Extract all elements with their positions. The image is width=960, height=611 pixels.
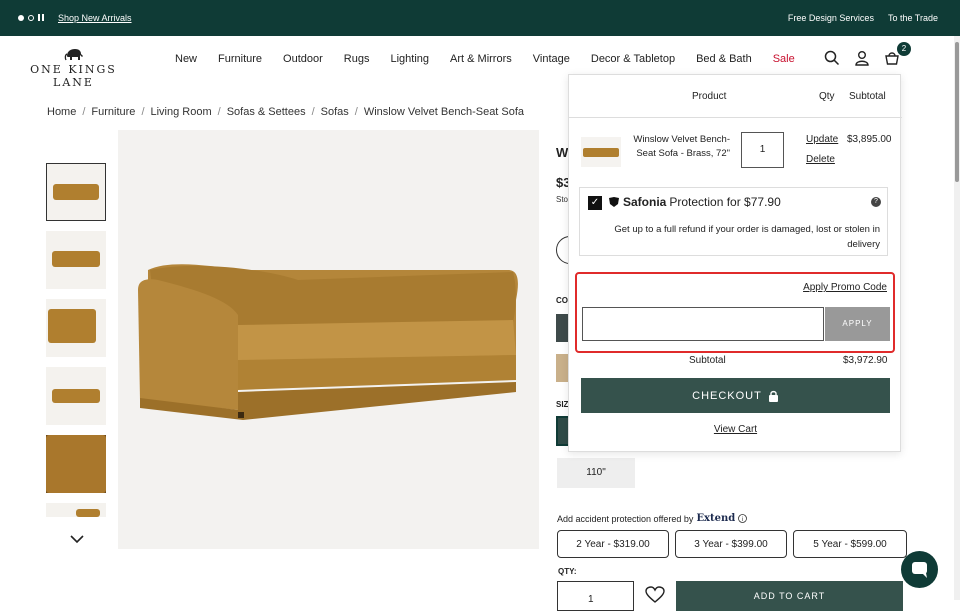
thumbnail-gallery xyxy=(46,163,108,527)
view-cart-link[interactable]: View Cart xyxy=(569,424,902,435)
checkout-label: CHECKOUT xyxy=(692,389,762,402)
delete-link[interactable]: Delete xyxy=(806,154,835,165)
header-product: Product xyxy=(692,91,727,102)
qty-label: QTY: xyxy=(558,567,577,576)
protection-plans: 2 Year - $319.00 3 Year - $399.00 5 Year… xyxy=(557,530,907,558)
add-to-cart-button[interactable]: ADD TO CART xyxy=(676,581,903,611)
lock-icon xyxy=(768,390,778,402)
breadcrumb-living-room[interactable]: Living Room xyxy=(151,106,212,118)
to-the-trade-link[interactable]: To the Trade xyxy=(888,13,938,23)
safonia-protection-box: ✓ Safonia Protection for $77.90 ? Get up… xyxy=(579,187,888,256)
color-label: CO xyxy=(556,296,568,305)
nav-item-decor-tabletop[interactable]: Decor & Tabletop xyxy=(591,53,675,65)
promo-code-area: Apply Promo Code APPLY xyxy=(575,272,895,353)
info-icon[interactable]: i xyxy=(738,514,748,523)
sofa-image xyxy=(138,264,518,420)
chat-icon xyxy=(912,562,927,578)
header-subtotal: Subtotal xyxy=(849,91,886,102)
checkout-button[interactable]: CHECKOUT xyxy=(581,378,890,413)
breadcrumb-sofas-settees[interactable]: Sofas & Settees xyxy=(227,106,306,118)
mini-cart-dropdown: Product Qty Subtotal Winslow Velvet Benc… xyxy=(568,74,902,452)
thumbnail-1[interactable] xyxy=(46,163,106,221)
nav-item-furniture[interactable]: Furniture xyxy=(218,53,262,65)
main-nav: New Furniture Outdoor Rugs Lighting Art … xyxy=(175,53,795,65)
nav-item-outdoor[interactable]: Outdoor xyxy=(283,53,323,65)
protection-checkbox[interactable]: ✓ xyxy=(588,196,602,210)
plan-3-year[interactable]: 3 Year - $399.00 xyxy=(675,530,787,558)
safonia-shield-icon xyxy=(609,197,619,207)
nav-item-rugs[interactable]: Rugs xyxy=(344,53,370,65)
carousel-dot-active[interactable] xyxy=(18,14,24,21)
cart-item-image[interactable] xyxy=(581,137,621,167)
protection-label: Protection for $77.90 xyxy=(669,195,781,209)
carousel-controls[interactable] xyxy=(18,14,44,21)
breadcrumb: Home / Furniture / Living Room / Sofas & Se… xyxy=(47,106,525,118)
cart-header: Product Qty Subtotal xyxy=(569,75,902,118)
carousel-dot[interactable] xyxy=(28,14,34,21)
thumbnail-5[interactable] xyxy=(46,435,106,493)
logo[interactable]: ONE KINGS LANE xyxy=(16,46,131,89)
subtotal-label: Subtotal xyxy=(689,355,726,366)
breadcrumb-sofas[interactable]: Sofas xyxy=(321,106,349,118)
cart-item-qty-input[interactable]: 1 xyxy=(741,132,784,168)
chat-button[interactable] xyxy=(901,551,938,588)
user-icon[interactable] xyxy=(854,50,870,66)
plan-5-year[interactable]: 5 Year - $599.00 xyxy=(793,530,907,558)
help-icon[interactable]: ? xyxy=(871,197,881,207)
scrollbar[interactable] xyxy=(954,36,960,600)
update-link[interactable]: Update xyxy=(806,134,838,145)
nav-item-sale[interactable]: Sale xyxy=(773,53,795,65)
extend-brand: Extend xyxy=(696,513,736,524)
safonia-brand: Safonia xyxy=(623,195,667,209)
check-icon: ✓ xyxy=(590,197,600,208)
product-main-image[interactable] xyxy=(118,130,539,549)
protection-description: Get up to a full refund if your order is… xyxy=(614,224,880,250)
chevron-down-icon[interactable] xyxy=(69,534,85,544)
subtotal-value: $3,972.90 xyxy=(843,355,888,366)
thumbnail-3[interactable] xyxy=(46,299,106,357)
thumbnail-6[interactable] xyxy=(46,503,106,517)
accident-protection: Add accident protection offered by Exten… xyxy=(557,513,748,524)
cart-item-price: $3,895.00 xyxy=(847,134,892,145)
free-design-services-link[interactable]: Free Design Services xyxy=(788,13,874,23)
cart-item-name[interactable]: Winslow Velvet Bench-Seat Sofa - Brass, … xyxy=(632,133,730,161)
protection-text: Add accident protection offered by xyxy=(557,513,694,524)
svg-text:i: i xyxy=(742,517,743,523)
safonia-label: Safonia Protection for $77.90 xyxy=(608,195,781,209)
stock-status: Sto xyxy=(556,195,569,204)
promo-code-input[interactable] xyxy=(582,307,824,341)
header-qty: Qty xyxy=(819,91,835,102)
qty-select[interactable]: 1 xyxy=(557,581,634,611)
cart-count-badge: 2 xyxy=(897,42,911,56)
heart-icon[interactable] xyxy=(645,586,665,604)
product-title: W xyxy=(556,145,569,160)
plan-2-year[interactable]: 2 Year - $319.00 xyxy=(557,530,669,558)
apply-promo-code-link[interactable]: Apply Promo Code xyxy=(803,282,887,293)
breadcrumb-furniture[interactable]: Furniture xyxy=(91,106,135,118)
nav-item-art-mirrors[interactable]: Art & Mirrors xyxy=(450,53,512,65)
search-icon[interactable] xyxy=(824,50,840,66)
logo-text: ONE KINGS LANE xyxy=(30,63,117,89)
apply-button[interactable]: APPLY xyxy=(825,307,890,341)
breadcrumb-home[interactable]: Home xyxy=(47,106,76,118)
elephant-logo-icon xyxy=(64,49,83,61)
thumbnail-4[interactable] xyxy=(46,367,106,425)
size-option-110[interactable]: 110" xyxy=(557,458,635,488)
thumbnail-2[interactable] xyxy=(46,231,106,289)
nav-item-bed-bath[interactable]: Bed & Bath xyxy=(696,53,752,65)
pause-icon[interactable] xyxy=(38,14,44,21)
size-label: SIZ xyxy=(556,400,569,409)
announcement-bar: Shop New Arrivals Free Design Services T… xyxy=(0,0,960,36)
nav-item-lighting[interactable]: Lighting xyxy=(390,53,429,65)
nav-item-vintage[interactable]: Vintage xyxy=(533,53,570,65)
shop-new-arrivals-link[interactable]: Shop New Arrivals xyxy=(58,13,132,23)
nav-item-new[interactable]: New xyxy=(175,53,197,65)
breadcrumb-current: Winslow Velvet Bench-Seat Sofa xyxy=(363,106,525,118)
